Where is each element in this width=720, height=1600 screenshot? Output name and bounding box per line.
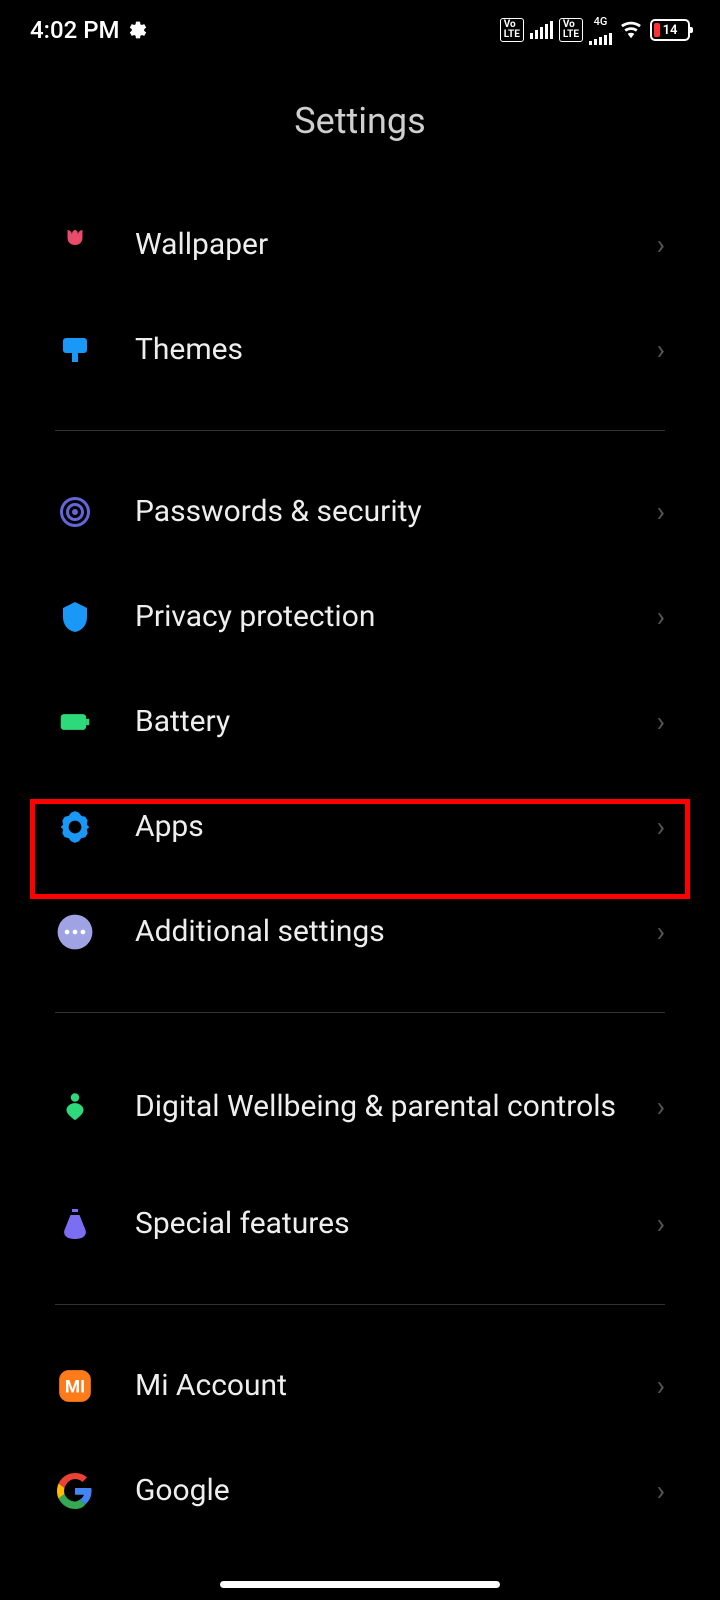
settings-item-special[interactable]: Special features › — [0, 1171, 720, 1276]
status-bar: 4:02 PM VoLTE VoLTE 4G — [0, 0, 720, 60]
more-icon — [55, 912, 95, 952]
volte-icon: VoLTE — [500, 18, 524, 42]
chevron-right-icon: › — [657, 915, 665, 948]
chevron-right-icon: › — [657, 228, 665, 261]
settings-item-privacy[interactable]: Privacy protection › — [0, 564, 720, 669]
chevron-right-icon: › — [657, 1207, 665, 1240]
item-label: Apps — [135, 807, 657, 846]
settings-list: Wallpaper › Themes › Passwords & securit… — [0, 192, 720, 1543]
settings-item-wallpaper[interactable]: Wallpaper › — [0, 192, 720, 297]
settings-item-wellbeing[interactable]: Digital Wellbeing & parental controls › — [0, 1041, 720, 1171]
chevron-right-icon: › — [657, 600, 665, 633]
status-left: 4:02 PM — [30, 16, 148, 44]
gear-icon — [55, 807, 95, 847]
item-label: Themes — [135, 330, 657, 369]
chevron-right-icon: › — [657, 705, 665, 738]
item-label: Mi Account — [135, 1366, 657, 1405]
chevron-right-icon: › — [657, 333, 665, 366]
volte-icon-2: VoLTE — [559, 18, 583, 42]
person-heart-icon — [55, 1086, 95, 1126]
signal-bars-icon — [530, 21, 553, 39]
settings-item-passwords[interactable]: Passwords & security › — [0, 459, 720, 564]
flask-icon — [55, 1204, 95, 1244]
status-right: VoLTE VoLTE 4G 14 — [500, 16, 690, 45]
google-icon — [55, 1471, 95, 1511]
shield-icon — [55, 597, 95, 637]
divider — [55, 1304, 665, 1305]
item-label: Special features — [135, 1204, 657, 1243]
chevron-right-icon: › — [657, 1090, 665, 1123]
chevron-right-icon: › — [657, 495, 665, 528]
divider — [55, 430, 665, 431]
settings-running-icon — [128, 20, 148, 40]
settings-item-battery[interactable]: Battery › — [0, 669, 720, 774]
svg-text:MI: MI — [65, 1377, 85, 1397]
chevron-right-icon: › — [657, 1474, 665, 1507]
chevron-right-icon: › — [657, 1369, 665, 1402]
settings-item-apps[interactable]: Apps › — [0, 774, 720, 879]
brush-icon — [55, 330, 95, 370]
battery-icon: 14 — [650, 19, 690, 41]
settings-item-additional[interactable]: Additional settings › — [0, 879, 720, 984]
item-label: Additional settings — [135, 912, 657, 951]
item-label: Battery — [135, 702, 657, 741]
item-label: Digital Wellbeing & parental controls — [135, 1087, 657, 1126]
item-label: Passwords & security — [135, 492, 657, 531]
clock: 4:02 PM — [30, 16, 120, 44]
item-label: Wallpaper — [135, 225, 657, 264]
fingerprint-icon — [55, 492, 95, 532]
wifi-icon — [618, 19, 644, 41]
tulip-icon — [55, 225, 95, 265]
page-title: Settings — [0, 60, 720, 192]
item-label: Privacy protection — [135, 597, 657, 636]
network-indicator: 4G — [589, 16, 612, 45]
mi-icon: MI — [55, 1366, 95, 1406]
home-indicator[interactable] — [220, 1581, 500, 1588]
item-label: Google — [135, 1471, 657, 1510]
settings-item-miaccount[interactable]: MI Mi Account › — [0, 1333, 720, 1438]
settings-item-themes[interactable]: Themes › — [0, 297, 720, 402]
battery-icon — [55, 702, 95, 742]
settings-item-google[interactable]: Google › — [0, 1438, 720, 1543]
chevron-right-icon: › — [657, 810, 665, 843]
divider — [55, 1012, 665, 1013]
